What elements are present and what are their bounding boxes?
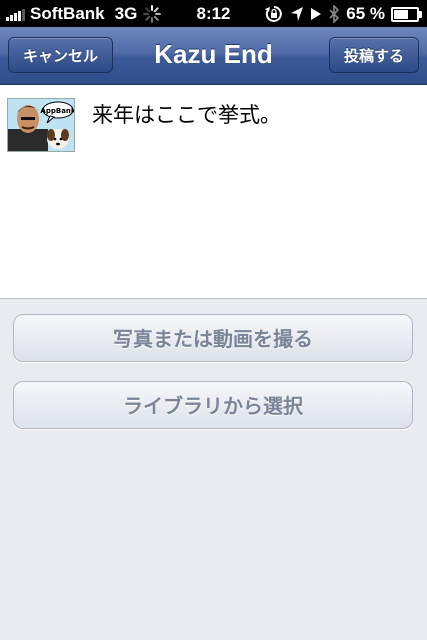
avatar: AppBank	[7, 98, 75, 152]
post-composer[interactable]: AppBank 来年はここで挙式。	[0, 85, 427, 299]
status-bar: SoftBank 3G 8:12 65 %	[0, 0, 427, 27]
post-button[interactable]: 投稿する	[329, 37, 419, 73]
location-arrow-icon	[291, 7, 304, 21]
play-icon	[311, 8, 322, 20]
bluetooth-icon	[329, 5, 340, 23]
take-photo-video-button[interactable]: 写真または動画を撮る	[13, 314, 413, 362]
battery-percent: 65 %	[346, 4, 385, 23]
post-text[interactable]: 来年はここで挙式。	[92, 99, 281, 129]
avatar-badge-text: AppBank	[40, 107, 74, 115]
battery-icon	[391, 6, 422, 22]
profile-picture-illustration: AppBank	[8, 99, 74, 151]
choose-from-library-button[interactable]: ライブラリから選択	[13, 381, 413, 429]
rotation-lock-icon	[265, 6, 283, 22]
navigation-bar: キャンセル Kazu End 投稿する	[0, 27, 427, 85]
